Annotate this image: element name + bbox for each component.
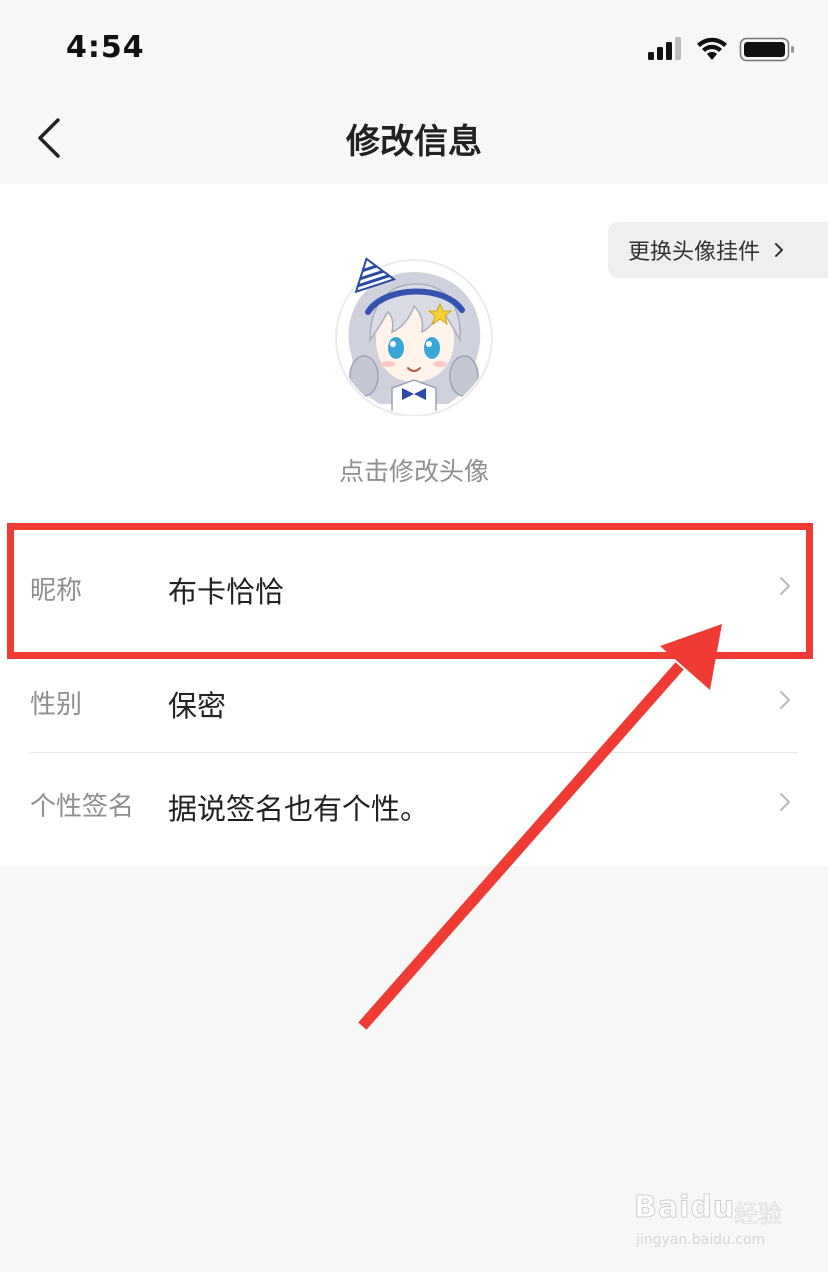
watermark-suffix: 经验 <box>734 1200 783 1229</box>
avatar-image <box>335 257 493 417</box>
divider <box>30 752 798 753</box>
battery-icon <box>739 37 794 62</box>
change-avatar-pendant-button[interactable]: 更换头像挂件 <box>608 222 828 278</box>
baidu-watermark: Baidu 经验 jingyan.baidu.com <box>633 1184 794 1256</box>
nav-bar: 修改信息 <box>0 90 828 184</box>
chevron-right-icon <box>775 243 784 257</box>
field-label: 性别 <box>30 690 83 720</box>
wifi-icon <box>697 37 727 60</box>
status-bar: 4:54 <box>0 0 828 90</box>
chevron-right-icon <box>780 691 790 709</box>
page-title: 修改信息 <box>346 122 482 162</box>
status-icons <box>648 34 798 64</box>
watermark-brand: Baidu <box>633 1190 736 1226</box>
signal-icon <box>648 37 681 60</box>
field-label: 个性签名 <box>30 792 135 822</box>
chevron-right-icon <box>780 793 790 811</box>
change-avatar-hint[interactable]: 点击修改头像 <box>0 452 828 488</box>
avatar[interactable] <box>330 248 498 417</box>
annotation-highlight-box <box>7 523 813 659</box>
watermark-url: jingyan.baidu.com <box>636 1232 766 1248</box>
row-signature[interactable]: 个性签名 据说签名也有个性。 <box>0 754 828 858</box>
pendant-button-label: 更换头像挂件 <box>628 240 761 265</box>
field-value: 据说签名也有个性。 <box>168 792 430 826</box>
field-value: 保密 <box>168 689 227 723</box>
status-time: 4:54 <box>66 30 145 65</box>
row-gender[interactable]: 性别 保密 <box>0 650 828 754</box>
